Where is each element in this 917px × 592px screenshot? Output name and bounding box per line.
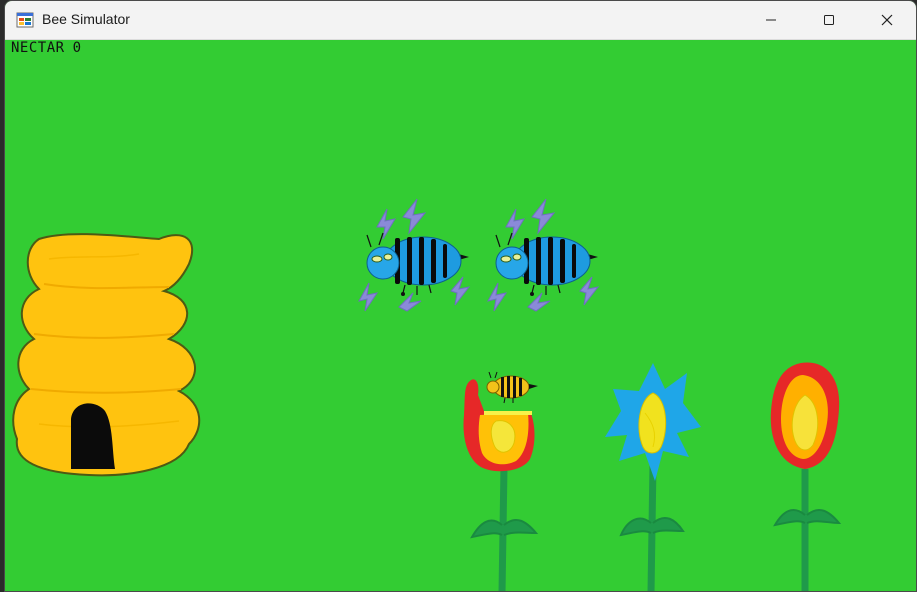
maximize-icon — [824, 15, 834, 25]
beehive — [12, 233, 201, 477]
blue-flower — [605, 363, 701, 591]
window-title: Bee Simulator — [42, 11, 130, 27]
minimize-button[interactable] — [742, 1, 800, 39]
blue-electric-bee — [358, 198, 471, 312]
red-flower — [463, 379, 539, 591]
player-bee — [486, 371, 538, 404]
fire-flower — [770, 362, 842, 591]
nectar-label: NECTAR — [11, 40, 65, 56]
close-icon — [881, 14, 893, 26]
maximize-button[interactable] — [800, 1, 858, 39]
close-button[interactable] — [858, 1, 916, 39]
nectar-counter: NECTAR 0 — [11, 40, 90, 56]
game-window: Bee Simulator NECTAR 0 — [4, 0, 917, 592]
title-bar[interactable]: Bee Simulator — [5, 1, 916, 40]
blue-electric-bee — [487, 198, 600, 312]
minimize-icon — [766, 19, 776, 21]
app-window-icon — [16, 12, 34, 28]
nectar-value: 0 — [72, 40, 82, 56]
